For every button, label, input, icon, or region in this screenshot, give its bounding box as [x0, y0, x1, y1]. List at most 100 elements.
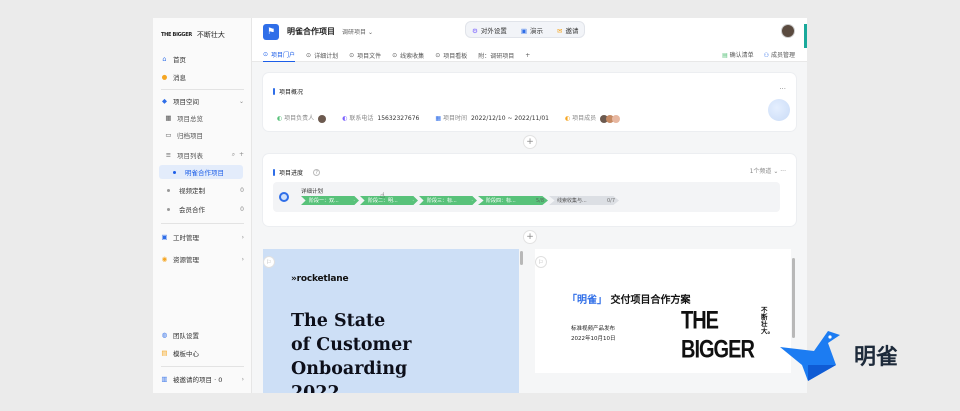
avatar[interactable]: [612, 114, 621, 123]
cursor-icon: ☝: [380, 191, 385, 200]
side-panel-handle[interactable]: [804, 24, 807, 48]
present-button[interactable]: ▣ 演示: [521, 25, 543, 35]
sidebar-project-active[interactable]: 明雀合作项目: [159, 165, 243, 179]
bullet-icon: [167, 188, 170, 192]
bullet-icon: [173, 170, 176, 174]
search-icon[interactable]: ⌕: [232, 151, 235, 158]
chevron-down-icon[interactable]: ⌄: [239, 98, 244, 105]
doc-preview-right[interactable]: 「明雀」 交付项目合作方案 标准视频产品发布 2022年10月10日 THE B…: [535, 249, 791, 373]
stage-count: ·: [353, 197, 355, 204]
tab-attachment[interactable]: 附：调研项目: [478, 48, 514, 62]
plan-label: 详细计划: [301, 189, 324, 195]
sidebar-item-team-settings[interactable]: ◍ 团队设置: [153, 328, 252, 342]
chevron-right-icon[interactable]: ›: [242, 256, 244, 263]
archive-icon: ▭: [165, 131, 172, 139]
add-icon: +: [525, 51, 531, 59]
sidebar-item-label: 项目列表: [177, 152, 203, 160]
channel-filter[interactable]: 1个频道 ⌄ ···: [750, 166, 786, 175]
members-button[interactable]: ⚇ 成员管理: [764, 50, 795, 59]
add-tab-button[interactable]: +: [525, 48, 530, 62]
sidebar-item-messages[interactable]: ● 消息: [153, 70, 252, 84]
help-icon[interactable]: ?: [313, 169, 321, 176]
add-section-button[interactable]: +: [523, 135, 537, 149]
action-bar: ⚙ 对外设置 ▣ 演示 ✉ 邀请: [465, 21, 586, 38]
external-settings-button[interactable]: ⚙ 对外设置: [472, 25, 507, 35]
project-label: 会员合作: [179, 206, 205, 214]
stage-1[interactable]: 阶段一：双... ·: [301, 196, 359, 205]
brand[interactable]: THE BIGGER 不断壮大: [161, 30, 225, 40]
tab-leads[interactable]: ⊙ 线索收集: [392, 48, 424, 62]
stage-label: 线索收集与...: [557, 198, 587, 204]
grid-icon: ▦: [165, 114, 172, 122]
field-label: 联系电话: [349, 115, 374, 123]
doc-flag-icon[interactable]: ⚐: [535, 256, 547, 268]
add-section-button[interactable]: +: [523, 230, 537, 244]
divider: [161, 366, 244, 367]
doc-preview-left[interactable]: »rocketlane The State of Customer Onboar…: [263, 249, 519, 393]
tab-label: 详细计划: [314, 52, 339, 60]
invite-button[interactable]: ✉ 邀请: [557, 25, 578, 35]
sidebar-project-video[interactable]: 视频定制 0: [153, 183, 252, 197]
progress-title-text: 项目进度: [279, 170, 304, 177]
sidebar-item-templates[interactable]: ▤ 模板中心: [153, 346, 252, 360]
plan-icon: ⊙: [306, 51, 312, 59]
page-title: 明雀合作项目: [287, 27, 335, 36]
stage-4[interactable]: 阶段四：标... 5/8: [478, 196, 548, 205]
checklist-button[interactable]: ▤ 确认清单: [722, 50, 754, 59]
tab-board[interactable]: ⊙ 项目看板: [435, 48, 467, 62]
sidebar-item-label: 首页: [173, 56, 186, 64]
sidebar-item-invited[interactable]: ▥ 被邀请的项目 · 0 ›: [153, 372, 252, 386]
stage-5[interactable]: 线索收集与... 0/7: [549, 196, 619, 205]
layers-icon: ◆: [162, 97, 167, 105]
tab-label: 项目看板: [443, 52, 468, 60]
doc-title-quoted: 「明雀」: [567, 295, 607, 306]
tab-label: 项目文件: [357, 52, 382, 60]
flag-icon: ⚑: [263, 24, 279, 40]
members-icon: ◐: [565, 115, 571, 122]
board-icon: ⊙: [435, 51, 441, 59]
overview-card: 项目概况 ··· ◐ 项目负责人 ◐ 联系电话 15632327676 ▦ 项目时…: [263, 73, 796, 131]
tab-portal[interactable]: ⊙ 项目门户: [263, 48, 296, 62]
button-label: 成员管理: [770, 52, 795, 59]
sidebar-item-archived[interactable]: ▭ 归档项目: [153, 128, 252, 142]
project-status-dropdown[interactable]: 调研项目 ⌄: [342, 27, 373, 36]
stage-label: 阶段一：双...: [309, 198, 339, 204]
divider: [161, 89, 244, 90]
doc-title-rest: 交付项目合作方案: [610, 295, 691, 306]
field-label: 项目时间: [442, 115, 467, 123]
sidebar-item-overview[interactable]: ▦ 项目总览: [153, 111, 252, 125]
progress-title: 项目进度?: [273, 168, 321, 177]
stage-count: 0/7: [606, 197, 615, 204]
sidebar-item-home[interactable]: ⌂ 首页: [153, 52, 252, 66]
stage-2[interactable]: 阶段二：明... ·: [360, 196, 418, 205]
owner-icon: ◐: [277, 115, 283, 122]
tab-files[interactable]: ⊙ 项目文件: [349, 48, 381, 62]
more-icon[interactable]: ···: [779, 85, 786, 93]
sidebar-item-timesheet[interactable]: ▣ 工时管理 ›: [153, 230, 252, 244]
avatar[interactable]: [781, 24, 795, 38]
sidebar-item-resources[interactable]: ◉ 资源管理 ›: [153, 252, 252, 266]
decorative-sphere-icon: [768, 99, 790, 121]
sidebar-item-label: 工时管理: [173, 234, 199, 242]
sidebar-item-label: 项目空间: [173, 98, 199, 106]
timesheet-icon: ▣: [161, 233, 168, 241]
sidebar-project-member[interactable]: 会员合作 0: [153, 202, 252, 216]
files-icon: ⊙: [349, 51, 355, 59]
avatar[interactable]: [318, 114, 327, 123]
tab-label: 线索收集: [400, 52, 425, 60]
sidebar-item-project-space[interactable]: ◆ 项目空间 ⌄: [153, 94, 252, 108]
tab-plan[interactable]: ⊙ 详细计划: [306, 48, 338, 62]
doc-flag-icon[interactable]: ⚐: [263, 256, 275, 268]
chevron-right-icon[interactable]: ›: [242, 376, 244, 383]
invite-icon: ✉: [556, 26, 563, 35]
button-label: 对外设置: [480, 26, 507, 35]
stage-count: ·: [471, 197, 473, 204]
time-field: ▦ 项目时间 2022/12/10 ~ 2022/11/01: [435, 113, 549, 122]
sidebar-item-project-list[interactable]: ≡ 项目列表 ⌕ +: [153, 148, 252, 162]
add-icon[interactable]: +: [239, 151, 244, 158]
chevron-right-icon[interactable]: ›: [242, 234, 244, 241]
plan-row[interactable]: 详细计划 阶段一：双... · 阶段二：明... · 阶段三：标... · 阶段四：标…: [273, 182, 780, 212]
stage-3[interactable]: 阶段三：标... ·: [419, 196, 477, 205]
scrollbar[interactable]: [520, 251, 523, 265]
sidebar-item-label: 团队设置: [173, 332, 199, 340]
